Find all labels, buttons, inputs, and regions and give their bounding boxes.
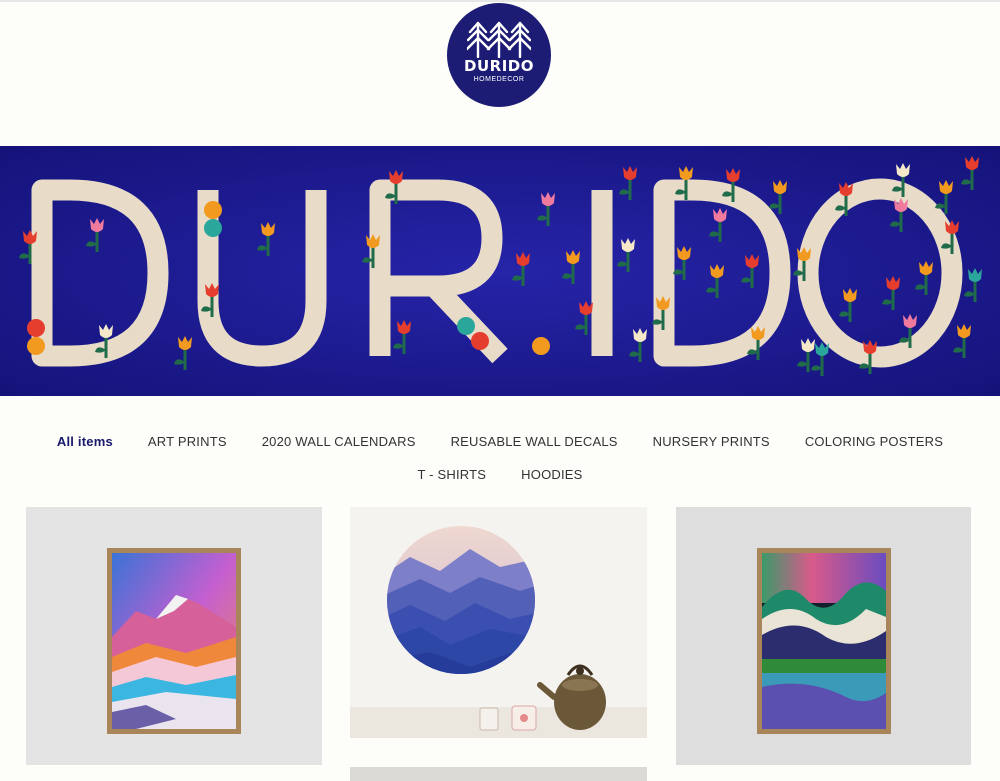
product-image-framed-mountain-print <box>107 548 241 734</box>
hero-banner <box>0 146 1000 396</box>
logo-subtitle: HOMEDECOR <box>473 76 525 83</box>
nav-hoodies[interactable]: HOODIES <box>521 467 582 482</box>
nav-2020-wall-calendars[interactable]: 2020 WALL CALENDARS <box>262 434 416 449</box>
nav-coloring-posters[interactable]: COLORING POSTERS <box>805 434 943 449</box>
product-card-mountain-print[interactable] <box>26 507 322 765</box>
category-nav: All items ART PRINTS 2020 WALL CALENDARS… <box>0 430 1000 485</box>
category-nav-row-1: All items ART PRINTS 2020 WALL CALENDARS… <box>0 430 1000 452</box>
category-nav-row-2: T - SHIRTS HOODIES <box>0 463 1000 485</box>
product-image-framed-aurora-print <box>757 548 891 734</box>
logo-name: DURIDO <box>464 57 534 75</box>
top-border <box>0 0 1000 2</box>
product-card-partial[interactable] <box>350 767 647 781</box>
nav-reusable-wall-decals[interactable]: REUSABLE WALL DECALS <box>451 434 618 449</box>
nav-art-prints[interactable]: ART PRINTS <box>148 434 227 449</box>
nav-t-shirts[interactable]: T - SHIRTS <box>417 467 486 482</box>
product-card-circle-wall-decal[interactable] <box>350 507 647 738</box>
product-image-circle-mountain-decal <box>350 526 647 738</box>
trees-icon <box>467 21 531 58</box>
nav-nursery-prints[interactable]: NURSERY PRINTS <box>653 434 770 449</box>
nav-all-items[interactable]: All items <box>57 434 113 449</box>
product-card-aurora-print[interactable] <box>676 507 971 765</box>
brand-logo[interactable]: DURIDO HOMEDECOR <box>447 3 551 107</box>
banner-artwork <box>0 146 1000 396</box>
